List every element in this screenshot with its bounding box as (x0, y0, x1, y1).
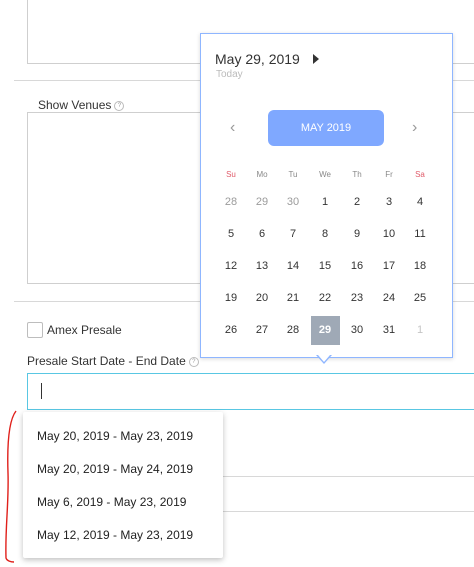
day-cell[interactable]: 6 (249, 221, 275, 247)
day-cell[interactable]: 29 (249, 189, 275, 215)
day-cell[interactable]: 14 (280, 253, 306, 279)
datepicker-pointer-inner (318, 355, 330, 362)
day-cell[interactable]: 20 (249, 285, 275, 311)
weekday-label: Fr (385, 170, 393, 179)
day-cell[interactable]: 31 (376, 317, 402, 343)
text-cursor (41, 383, 42, 399)
day-cell[interactable]: 8 (312, 221, 338, 247)
annotation-bracket (5, 410, 17, 563)
selected-date[interactable]: May 29, 2019 (215, 51, 300, 67)
day-cell[interactable]: 12 (218, 253, 244, 279)
day-cell[interactable]: 24 (376, 285, 402, 311)
day-cell[interactable]: 1 (407, 317, 433, 343)
presale-range-label: Presale Start Date - End Date (27, 354, 186, 368)
presale-range-input[interactable] (27, 373, 474, 410)
day-cell[interactable]: 30 (344, 317, 370, 343)
day-cell[interactable]: 26 (218, 317, 244, 343)
weekday-label: Tu (288, 170, 298, 179)
day-cell-selected[interactable]: 29 (310, 315, 340, 345)
day-cell[interactable]: 30 (280, 189, 306, 215)
day-cell[interactable]: 21 (280, 285, 306, 311)
weekday-label: Mo (256, 170, 268, 179)
day-cell[interactable]: 28 (218, 189, 244, 215)
weekday-label: Sa (415, 170, 425, 179)
caret-right-icon[interactable] (313, 54, 319, 64)
day-cell[interactable]: 9 (344, 221, 370, 247)
weekday-label: Th (352, 170, 362, 179)
day-cell[interactable]: 4 (407, 189, 433, 215)
day-cell[interactable]: 13 (249, 253, 275, 279)
day-cell[interactable]: 16 (344, 253, 370, 279)
day-cell[interactable]: 5 (218, 221, 244, 247)
day-cell[interactable]: 2 (344, 189, 370, 215)
amex-presale-checkbox[interactable] (27, 322, 43, 338)
suggestion-item[interactable]: May 20, 2019 - May 23, 2019 (37, 429, 193, 443)
amex-presale-label: Amex Presale (47, 323, 122, 337)
day-cell[interactable]: 19 (218, 285, 244, 311)
divider (222, 476, 474, 477)
suggestion-item[interactable]: May 12, 2019 - May 23, 2019 (37, 528, 193, 542)
day-cell[interactable]: 10 (376, 221, 402, 247)
day-cell[interactable]: 1 (312, 189, 338, 215)
day-cell[interactable]: 25 (407, 285, 433, 311)
help-icon[interactable]: ? (114, 101, 125, 111)
weekday-label: Su (226, 170, 236, 179)
month-year-button[interactable]: MAY 2019 (268, 110, 384, 146)
suggestion-item[interactable]: May 6, 2019 - May 23, 2019 (37, 495, 186, 509)
date-range-suggestions: May 20, 2019 - May 23, 2019 May 20, 2019… (23, 412, 223, 558)
day-cell[interactable]: 27 (249, 317, 275, 343)
suggestion-item[interactable]: May 20, 2019 - May 24, 2019 (37, 462, 193, 476)
presale-range-field-label: Presale Start Date - End Date? (27, 354, 199, 368)
chevron-left-icon[interactable]: ‹ (230, 119, 235, 137)
day-cell[interactable]: 28 (280, 317, 306, 343)
day-cell[interactable]: 18 (407, 253, 433, 279)
today-label[interactable]: Today (216, 69, 243, 80)
weekday-label: We (319, 170, 331, 179)
day-cell[interactable]: 17 (376, 253, 402, 279)
show-venues-field-label: Show Venues? (38, 98, 125, 112)
day-cell[interactable]: 11 (407, 221, 433, 247)
day-cell[interactable]: 7 (280, 221, 306, 247)
day-cell[interactable]: 22 (312, 285, 338, 311)
chevron-right-icon[interactable]: › (412, 119, 417, 137)
day-cell[interactable]: 23 (344, 285, 370, 311)
day-cell[interactable]: 3 (376, 189, 402, 215)
day-cell[interactable]: 15 (312, 253, 338, 279)
help-icon[interactable]: ? (188, 357, 199, 367)
divider (222, 511, 474, 512)
show-venues-label: Show Venues (38, 98, 112, 112)
